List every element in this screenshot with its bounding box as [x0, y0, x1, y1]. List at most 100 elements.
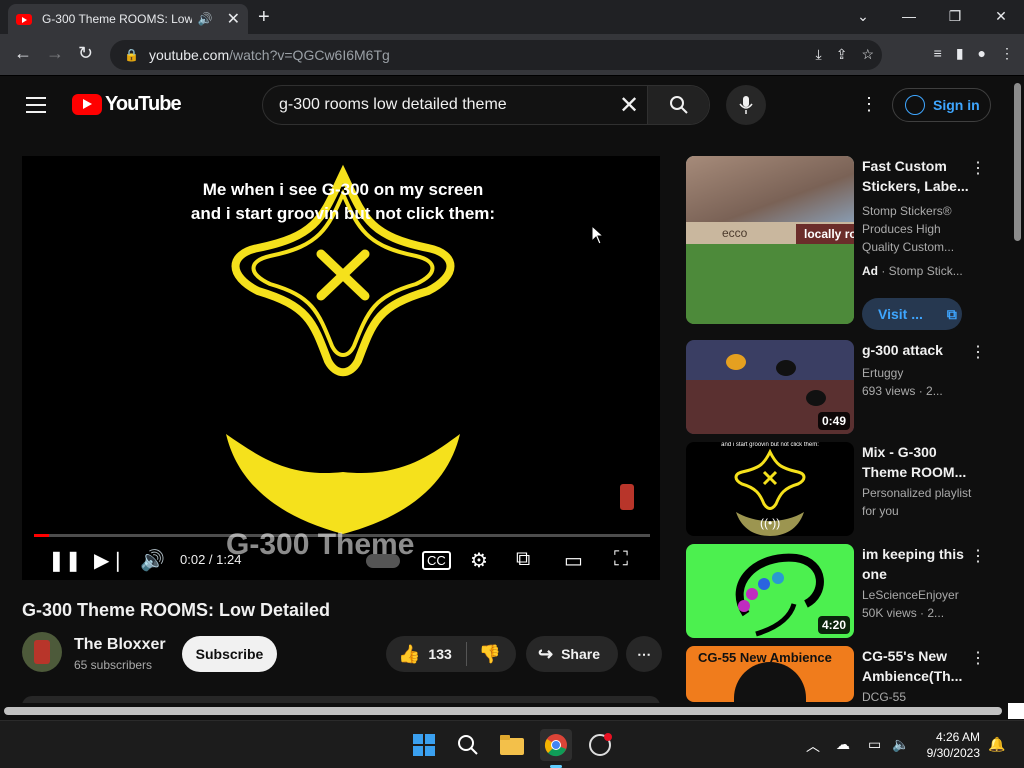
youtube-logo[interactable]: YouTube: [72, 93, 182, 116]
search-input[interactable]: g-300 rooms low detailed theme: [263, 96, 611, 114]
account-icon: [905, 95, 925, 115]
show-hidden-icons-icon[interactable]: ︿: [806, 736, 820, 756]
related-video-channel: Personalized playlist for you: [862, 486, 972, 518]
clear-search-icon[interactable]: ✕: [611, 91, 647, 120]
media-control-icon[interactable]: ≡: [934, 45, 942, 62]
visit-advertiser-button[interactable]: Visit ... ⧉: [862, 298, 962, 330]
chrome-menu-icon[interactable]: ⋮: [1000, 45, 1014, 62]
forward-icon[interactable]: →: [46, 43, 64, 64]
scrollbar-thumb[interactable]: [4, 707, 1002, 715]
mouse-cursor-icon: [591, 225, 603, 245]
related-video-item[interactable]: 4:20 im keeping this one LeScienceEnjoye…: [686, 544, 992, 640]
audio-playing-icon[interactable]: 🔊: [198, 12, 213, 26]
related-video-item[interactable]: and i start groovin but not click them: …: [686, 442, 992, 538]
progress-bar[interactable]: [34, 534, 650, 537]
network-icon[interactable]: ▭: [868, 736, 881, 753]
share-icon: ↪: [538, 643, 554, 664]
video-thumbnail[interactable]: CG-55 New Ambience: [686, 646, 854, 702]
youtube-play-logo-icon: [72, 94, 102, 115]
time-display: 0:02 / 1:24: [180, 552, 242, 567]
like-icon[interactable]: 👍: [398, 644, 420, 665]
related-video-meta: 50K views · 2...: [862, 606, 945, 620]
related-video-item[interactable]: CG-55 New Ambience CG-55's New Ambience(…: [686, 646, 992, 704]
sign-in-button[interactable]: Sign in: [892, 88, 991, 122]
related-video-title[interactable]: im keeping this one: [862, 544, 972, 584]
ad-description: Stomp Stickers® Produces High Quality Cu…: [862, 204, 955, 254]
window-controls: ⌄ — ❐ ✕: [840, 0, 1024, 32]
next-video-icon[interactable]: ▶❘: [94, 548, 126, 573]
channel-avatar[interactable]: [22, 632, 62, 672]
dislike-icon[interactable]: 👎: [479, 644, 501, 665]
chrome-taskbar-icon[interactable]: [540, 729, 572, 761]
close-window-button[interactable]: ✕: [978, 0, 1024, 32]
system-clock[interactable]: 4:26 AM 9/30/2023: [918, 729, 980, 761]
share-button[interactable]: ↪ Share: [526, 636, 618, 672]
captions-icon[interactable]: CC: [422, 551, 451, 570]
tab-search-icon[interactable]: ⌄: [840, 0, 886, 32]
video-thumbnail[interactable]: 0:49: [686, 340, 854, 434]
progress-fill: [34, 534, 49, 537]
browser-tab[interactable]: G-300 Theme ROOMS: Low 🔊 ✕: [8, 4, 248, 34]
mix-thumbnail[interactable]: and i start groovin but not click them: …: [686, 442, 854, 536]
notification-bell-icon[interactable]: 🔔: [988, 736, 1005, 753]
file-explorer-icon[interactable]: [496, 729, 528, 761]
new-tab-button[interactable]: +: [258, 6, 270, 29]
restore-button[interactable]: ❐: [932, 0, 978, 32]
bookmark-star-icon[interactable]: ☆: [861, 46, 874, 63]
onedrive-icon[interactable]: ☁: [836, 736, 850, 753]
related-video-item[interactable]: 0:49 g-300 attack Ertuggy 693 views · 2.…: [686, 340, 992, 436]
related-video-title[interactable]: Mix - G-300 Theme ROOM...: [862, 442, 972, 482]
theater-mode-icon[interactable]: ▭: [564, 548, 583, 573]
windows-start-icon[interactable]: [408, 729, 440, 761]
roblox-avatar-icon: [620, 484, 634, 510]
search-button[interactable]: [647, 86, 709, 124]
subscriber-count: 65 subscribers: [74, 658, 153, 672]
video-thumbnail[interactable]: 4:20: [686, 544, 854, 638]
reload-icon[interactable]: ↻: [78, 43, 93, 64]
side-panel-icon[interactable]: ▮: [956, 45, 964, 62]
ad-thumbnail[interactable]: ecco locally ro: [686, 156, 854, 324]
obs-app-icon[interactable]: [584, 729, 616, 761]
ad-title[interactable]: Fast Custom Stickers, Labe...: [862, 156, 972, 196]
hamburger-menu-icon[interactable]: [26, 97, 46, 118]
search-icon: [669, 96, 688, 114]
related-video-title[interactable]: g-300 attack: [862, 340, 972, 360]
browser-tab-strip: G-300 Theme ROOMS: Low 🔊 ✕ + ⌄ — ❐ ✕: [0, 0, 1024, 34]
related-video-title[interactable]: CG-55's New Ambience(Th...: [862, 646, 972, 686]
horizontal-scrollbar[interactable]: [0, 703, 1012, 719]
settings-gear-icon[interactable]: ⚙: [470, 548, 488, 573]
lock-icon[interactable]: 🔒: [124, 48, 139, 62]
video-menu-icon[interactable]: ⋮: [970, 648, 986, 668]
voice-search-button[interactable]: [726, 85, 766, 125]
scrollbar-thumb[interactable]: [1014, 83, 1021, 241]
minimize-button[interactable]: —: [886, 0, 932, 32]
volume-icon[interactable]: 🔊: [140, 548, 165, 573]
video-title: G-300 Theme ROOMS: Low Detailed: [22, 600, 331, 620]
miniplayer-icon[interactable]: ⧉: [516, 548, 530, 571]
subscribe-button[interactable]: Subscribe: [182, 636, 277, 672]
fullscreen-icon[interactable]: ⛶: [614, 548, 628, 571]
share-page-icon[interactable]: ⇪: [836, 46, 848, 63]
channel-name[interactable]: The Bloxxer: [74, 636, 166, 654]
settings-kebab-icon[interactable]: ⋮: [860, 94, 878, 115]
speaker-icon[interactable]: 🔈: [892, 736, 909, 753]
related-video-meta: 693 views · 2...: [862, 384, 943, 398]
video-overlay-caption: Me when i see G-300 on my screen and i s…: [190, 180, 496, 223]
vertical-scrollbar[interactable]: [1012, 77, 1024, 703]
profile-icon[interactable]: ●: [978, 45, 986, 62]
back-icon[interactable]: ←: [14, 43, 32, 64]
video-player[interactable]: Me when i see G-300 on my screen and i s…: [22, 156, 660, 580]
close-tab-icon[interactable]: ✕: [227, 9, 240, 29]
ad-card[interactable]: ecco locally ro Fast Custom Stickers, La…: [686, 156, 992, 330]
install-app-icon[interactable]: ⤓: [816, 46, 822, 63]
taskbar-search-icon[interactable]: [452, 729, 484, 761]
pause-icon[interactable]: ❚❚: [48, 548, 82, 573]
more-actions-button[interactable]: ⋯: [626, 636, 662, 672]
like-count[interactable]: 133: [428, 646, 451, 662]
address-bar[interactable]: 🔒 youtube.com/watch?v=QGCw6I6M6Tg ⤓ ⇪ ☆: [110, 40, 882, 70]
like-dislike-group: 👍 133 👎: [386, 636, 516, 672]
video-menu-icon[interactable]: ⋮: [970, 546, 986, 566]
autoplay-toggle[interactable]: [366, 554, 400, 568]
video-menu-icon[interactable]: ⋮: [970, 342, 986, 362]
ad-menu-icon[interactable]: ⋮: [970, 158, 986, 178]
